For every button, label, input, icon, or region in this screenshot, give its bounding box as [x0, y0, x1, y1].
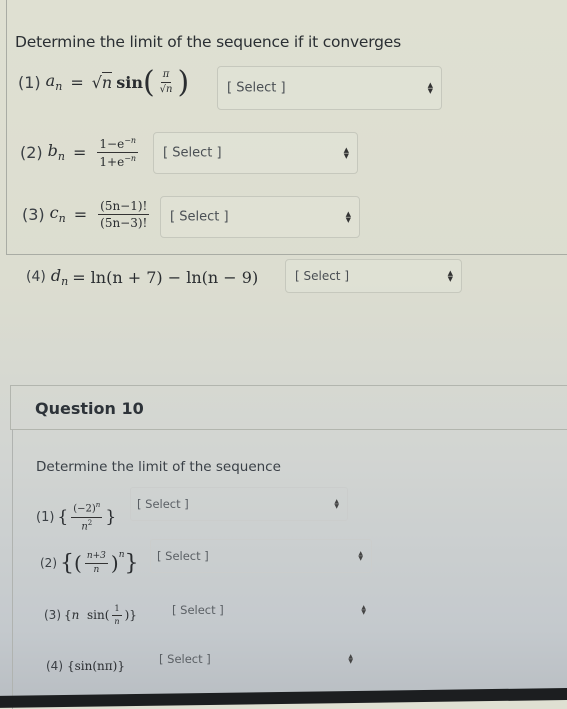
q9-item-1-fraction: π √n: [159, 68, 173, 95]
q9-item-1-var: a: [45, 70, 56, 90]
question-10-header: Question 10: [10, 385, 567, 430]
select-arrows-icon: ▲ ▼: [348, 653, 353, 665]
q9-item-1-select-value: [ Select ]: [227, 80, 286, 96]
q10-item-4-label: (4): [46, 659, 63, 673]
select-arrows-icon: ▲ ▼: [447, 269, 453, 283]
q9-item-3-select[interactable]: [ Select ] ▲ ▼: [160, 196, 360, 238]
q10-item-3-fraction: 1 n: [112, 603, 122, 626]
q10-item-2-expression: (2) { ( n+3 n ) n }: [40, 550, 139, 576]
q10-item-3-expression: (3) {n sin( 1 n )}: [44, 603, 137, 626]
q9-item-3-select-value: [ Select ]: [170, 209, 229, 225]
q10-item-4-expression: (4) {sin(nπ)}: [46, 654, 125, 678]
q10-item-4-select[interactable]: [ Select ] ▲ ▼: [152, 645, 362, 673]
question-9-prompt: Determine the limit of the sequence if i…: [15, 33, 402, 51]
q10-item-2-label: (2): [40, 556, 57, 570]
q9-item-3-expression: (3) cn = (5n−1)! (5n−3)!: [22, 198, 150, 230]
q9-item-1-select[interactable]: [ Select ] ▲ ▼: [217, 66, 442, 110]
equals-sign: =: [70, 72, 84, 92]
q10-item-1-select-value: [ Select ]: [137, 497, 189, 511]
sin-function: sin: [116, 72, 143, 92]
q9-item-3-var: c: [49, 202, 59, 222]
q10-item-3-select[interactable]: [ Select ] ▲ ▼: [165, 595, 375, 625]
q9-item-2-sub: n: [57, 150, 66, 164]
q9-item-4-select[interactable]: [ Select ] ▲ ▼: [285, 259, 462, 293]
q9-item-4-var: d: [50, 265, 62, 285]
q10-item-1-fraction: (−2)n n2: [71, 501, 103, 532]
q9-item-4-sub: n: [61, 275, 69, 289]
select-arrows-icon: ▲ ▼: [334, 498, 339, 510]
q10-item-4-select-value: [ Select ]: [159, 652, 211, 666]
select-arrows-icon: ▲ ▼: [361, 604, 366, 616]
q9-item-3-fraction: (5n−1)! (5n−3)!: [98, 198, 150, 230]
question-10-title: Question 10: [35, 399, 144, 418]
q10-item-3-select-value: [ Select ]: [172, 603, 224, 617]
q10-item-1-select[interactable]: [ Select ] ▲ ▼: [130, 487, 348, 521]
q10-item-1-expression: (1) { (−2)n n2 }: [36, 501, 117, 532]
q9-item-3-sub: n: [58, 212, 66, 226]
sqrt-sign: √n: [91, 71, 113, 92]
q9-item-2-fraction: 1−e−n 1+e−n: [97, 135, 139, 169]
question-10-prompt: Determine the limit of the sequence: [36, 459, 281, 475]
q9-item-4-expression: (4) dn = ln(n + 7) − ln(n − 9): [26, 262, 258, 292]
q9-item-3-label: (3): [22, 204, 45, 224]
q9-item-4-label: (4): [26, 269, 46, 285]
q9-item-2-select-value: [ Select ]: [163, 145, 222, 161]
select-arrows-icon: ▲ ▼: [345, 210, 351, 224]
q9-item-4-select-value: [ Select ]: [295, 269, 350, 283]
q10-item-3-label: (3): [44, 608, 61, 622]
select-arrows-icon: ▲ ▼: [343, 146, 349, 160]
q10-item-2-fraction: n+3 n: [84, 550, 108, 575]
q10-item-2-select-value: [ Select ]: [157, 549, 209, 563]
q10-item-4-rhs: {sin(nπ)}: [67, 659, 125, 673]
q10-item-1-label: (1): [36, 509, 55, 525]
select-arrows-icon: ▲ ▼: [427, 81, 433, 95]
q9-item-2-var: b: [47, 140, 58, 160]
q9-item-1-sub: n: [55, 80, 63, 94]
select-arrows-icon: ▲ ▼: [358, 550, 363, 562]
q9-item-1-label: (1): [18, 72, 41, 92]
q10-item-2-select[interactable]: [ Select ] ▲ ▼: [150, 539, 372, 573]
q9-item-1-expression: (1) an = √n sin ( π √n ): [18, 64, 190, 100]
q9-item-2-label: (2): [20, 142, 43, 162]
q9-item-2-expression: (2) bn = 1−e−n 1+e−n: [20, 135, 139, 169]
q9-item-2-select[interactable]: [ Select ] ▲ ▼: [153, 132, 358, 174]
q9-item-4-rhs: = ln(n + 7) − ln(n − 9): [72, 267, 259, 287]
